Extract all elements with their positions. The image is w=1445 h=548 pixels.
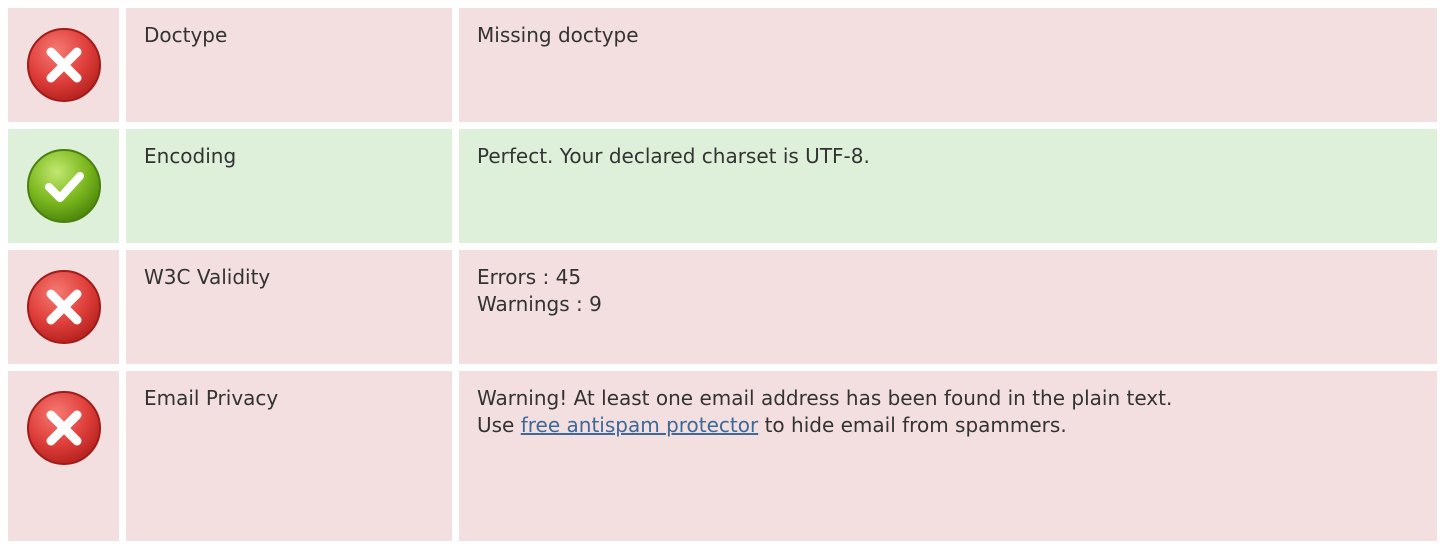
status-cell: [8, 371, 119, 541]
advice-suffix: to hide email from spammers.: [758, 413, 1067, 437]
report-row-w3c-validity: W3C Validity Errors : 45 Warnings : 9: [8, 250, 1437, 364]
error-cross-icon: [26, 270, 101, 344]
advice-prefix: Use: [477, 413, 521, 437]
error-cross-icon: [26, 28, 101, 102]
row-label: Doctype: [126, 8, 452, 122]
row-label: Email Privacy: [126, 371, 452, 541]
error-cross-icon: [26, 391, 101, 465]
row-label: W3C Validity: [126, 250, 452, 364]
row-value: Missing doctype: [459, 8, 1437, 122]
report-row-doctype: Doctype Missing doctype: [8, 8, 1437, 122]
row-value: Warning! At least one email address has …: [459, 371, 1437, 541]
row-label: Encoding: [126, 129, 452, 243]
warnings-count: Warnings : 9: [477, 292, 602, 316]
errors-count: Errors : 45: [477, 265, 582, 289]
status-cell: [8, 8, 119, 122]
row-value: Perfect. Your declared charset is UTF-8.: [459, 129, 1437, 243]
email-warning-text: Warning! At least one email address has …: [477, 386, 1173, 410]
ok-check-icon: [26, 149, 101, 223]
antispam-protector-link[interactable]: free antispam protector: [521, 413, 759, 437]
report-row-encoding: Encoding Perfect. Your declared charset …: [8, 129, 1437, 243]
email-advice-text: Use free antispam protector to hide emai…: [477, 412, 1419, 439]
status-cell: [8, 129, 119, 243]
row-value: Errors : 45 Warnings : 9: [459, 250, 1437, 364]
site-report-table: Doctype Missing doctype Encoding Perfect…: [8, 8, 1437, 548]
report-row-email-privacy: Email Privacy Warning! At least one emai…: [8, 371, 1437, 541]
status-cell: [8, 250, 119, 364]
